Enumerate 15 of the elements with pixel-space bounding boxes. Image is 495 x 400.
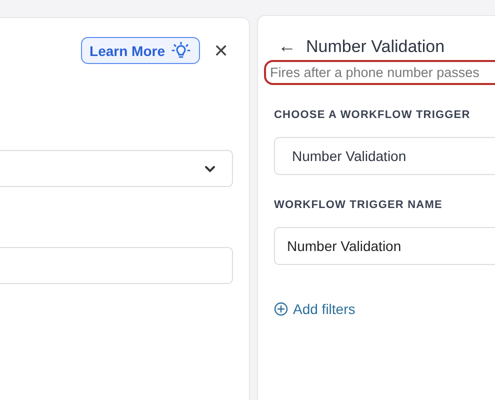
select-field[interactable] <box>0 150 233 187</box>
select-field[interactable]: Number Validation <box>274 137 495 175</box>
panel-title: Number Validation <box>306 36 445 56</box>
description-text: Fires after a phone number passes <box>264 60 495 85</box>
input-field[interactable]: Number Validation <box>274 227 495 265</box>
close-button[interactable]: ✕ <box>213 40 229 62</box>
field-label: WORKFLOW TRIGGER NAME <box>274 199 444 211</box>
field-label: CHOOSE A WORKFLOW TRIGGER <box>274 109 472 121</box>
back-button[interactable]: ← <box>278 36 296 57</box>
plus-circle-icon <box>274 302 288 316</box>
chevron-down-icon <box>204 164 216 172</box>
learn-more-button[interactable]: Learn More <box>80 37 200 64</box>
input-field[interactable] <box>0 247 233 284</box>
add-filters-link[interactable]: Add filters <box>274 301 356 317</box>
lightbulb-icon <box>171 40 191 60</box>
